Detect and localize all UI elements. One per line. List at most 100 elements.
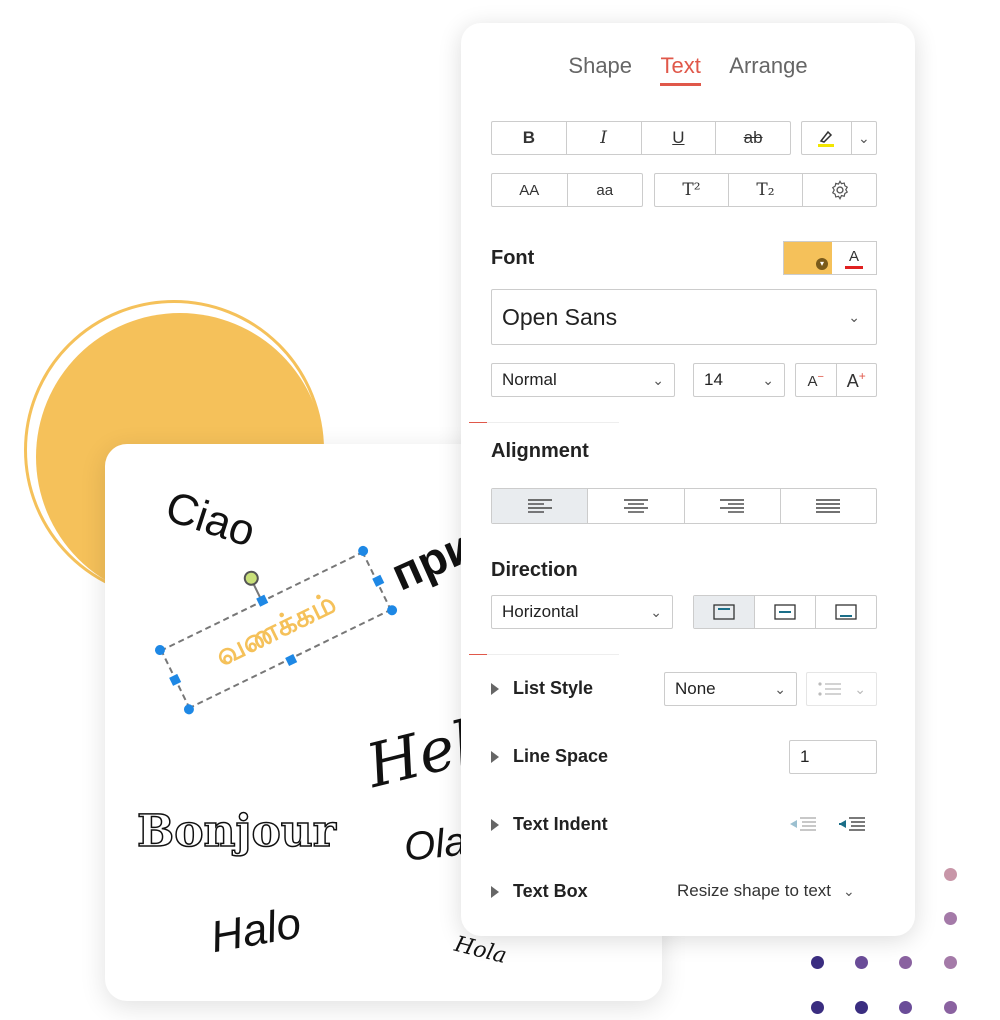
decorative-dot — [944, 868, 957, 881]
word-halo[interactable]: Halo — [207, 898, 305, 963]
highlight-button[interactable] — [802, 122, 852, 154]
list-style-value: None — [675, 679, 716, 698]
font-size-select[interactable]: 14 ⌄ — [693, 363, 785, 397]
rotation-handle[interactable] — [241, 568, 262, 589]
text-top-icon — [713, 604, 735, 620]
font-section-title: Font — [491, 247, 535, 269]
chevron-down-icon: ⌄ — [652, 371, 664, 388]
section-divider — [469, 654, 619, 655]
word-ola[interactable]: Ola — [402, 819, 469, 870]
outdent-icon — [790, 817, 816, 831]
decorative-dot — [811, 956, 824, 969]
line-space-value: 1 — [800, 747, 810, 766]
subscript-button[interactable]: T₂ — [729, 174, 803, 206]
align-right-button[interactable] — [685, 489, 781, 523]
indent-icon — [839, 817, 865, 831]
decorative-dot — [944, 956, 957, 969]
word-bonjour[interactable]: Bonjour — [136, 805, 336, 858]
selected-text-shape[interactable]: வணக்கம் — [153, 544, 399, 717]
bullet-style-select[interactable]: ⌄ — [806, 672, 877, 706]
script-group: T² T₂ — [654, 173, 877, 207]
underline-button[interactable]: U — [642, 122, 717, 154]
align-center-button[interactable] — [588, 489, 685, 523]
font-size-value: 14 — [704, 370, 723, 389]
gear-icon — [831, 180, 848, 200]
alignment-group — [491, 488, 877, 524]
text-style-group: B I U ab — [491, 121, 791, 155]
decorative-dot — [855, 1001, 868, 1014]
chevron-down-icon: ⌄ — [650, 603, 662, 620]
tab-text[interactable]: Text — [660, 53, 701, 86]
line-space-row[interactable]: Line Space — [491, 746, 608, 767]
word-hola[interactable]: Hola — [452, 932, 509, 969]
line-space-input[interactable]: 1 — [789, 740, 877, 774]
superscript-button[interactable]: T² — [655, 174, 729, 206]
decorative-dot — [899, 1001, 912, 1014]
decorative-dot — [899, 956, 912, 969]
align-right-icon — [720, 499, 745, 513]
text-indent-row[interactable]: Text Indent — [491, 814, 608, 835]
increase-indent-button[interactable] — [835, 812, 869, 836]
word-ciao[interactable]: Ciao — [160, 482, 261, 558]
dropdown-icon: ▾ — [816, 258, 828, 270]
list-style-select[interactable]: None ⌄ — [664, 672, 797, 706]
highlight-color-group: ⌄ — [801, 121, 877, 155]
text-box-resize-select[interactable]: Resize shape to text ⌄ — [677, 881, 855, 901]
strikethrough-button[interactable]: ab — [716, 122, 790, 154]
decrease-indent-button[interactable] — [787, 812, 819, 836]
direction-section-title: Direction — [491, 559, 578, 581]
align-center-icon — [623, 499, 648, 513]
font-size-step-group: A− A+ — [795, 363, 877, 397]
text-box-row[interactable]: Text Box — [491, 881, 588, 902]
text-bottom-button[interactable] — [816, 596, 876, 628]
text-top-button[interactable] — [694, 596, 755, 628]
chevron-down-icon: ⌄ — [848, 308, 860, 325]
expand-triangle-icon — [491, 818, 499, 831]
align-left-icon — [527, 499, 552, 513]
decorative-dot — [944, 1001, 957, 1014]
lowercase-button[interactable]: aa — [568, 174, 643, 206]
vertical-position-group — [693, 595, 877, 629]
align-left-button[interactable] — [492, 489, 589, 523]
direction-select[interactable]: Horizontal ⌄ — [491, 595, 673, 629]
chevron-down-icon: ⌄ — [854, 680, 866, 697]
font-family-select[interactable]: Open Sans ⌄ — [491, 289, 877, 345]
highlighter-icon — [818, 130, 835, 147]
text-indent-label: Text Indent — [513, 814, 608, 834]
align-justify-button[interactable] — [781, 489, 876, 523]
increase-font-size-button[interactable]: A+ — [837, 364, 877, 396]
text-middle-icon — [774, 604, 796, 620]
tab-arrange[interactable]: Arrange — [729, 53, 807, 83]
bold-button[interactable]: B — [492, 122, 567, 154]
decorative-dot — [811, 1001, 824, 1014]
highlight-dropdown[interactable]: ⌄ — [852, 122, 876, 154]
font-weight-select[interactable]: Normal ⌄ — [491, 363, 675, 397]
font-weight-value: Normal — [502, 370, 557, 389]
text-middle-button[interactable] — [755, 596, 816, 628]
bullet-list-icon — [818, 682, 841, 696]
list-style-row[interactable]: List Style — [491, 678, 593, 699]
italic-button[interactable]: I — [567, 122, 642, 154]
alignment-section-title: Alignment — [491, 440, 589, 462]
text-bottom-icon — [835, 604, 857, 620]
tab-shape[interactable]: Shape — [568, 53, 632, 83]
case-group: AA aa — [491, 173, 643, 207]
uppercase-button[interactable]: AA — [492, 174, 568, 206]
chevron-down-icon: ⌄ — [762, 371, 774, 388]
text-box-label: Text Box — [513, 881, 588, 901]
line-space-label: Line Space — [513, 746, 609, 766]
font-color-icon: A — [848, 247, 859, 265]
decrease-font-size-button[interactable]: A− — [796, 364, 837, 396]
font-color-picker[interactable]: A — [832, 242, 876, 274]
chevron-down-icon: ⌄ — [857, 129, 870, 146]
list-style-label: List Style — [513, 678, 594, 698]
direction-value: Horizontal — [502, 602, 579, 621]
font-color-swatches: ▾ A — [783, 241, 877, 275]
expand-triangle-icon — [491, 885, 499, 898]
font-increase-icon: A+ — [846, 368, 866, 391]
fill-color-picker[interactable]: ▾ — [784, 242, 832, 274]
expand-triangle-icon — [491, 750, 499, 763]
text-settings-button[interactable] — [803, 174, 876, 206]
expand-triangle-icon — [491, 682, 499, 695]
word-vanakkam[interactable]: வணக்கம் — [160, 551, 392, 709]
